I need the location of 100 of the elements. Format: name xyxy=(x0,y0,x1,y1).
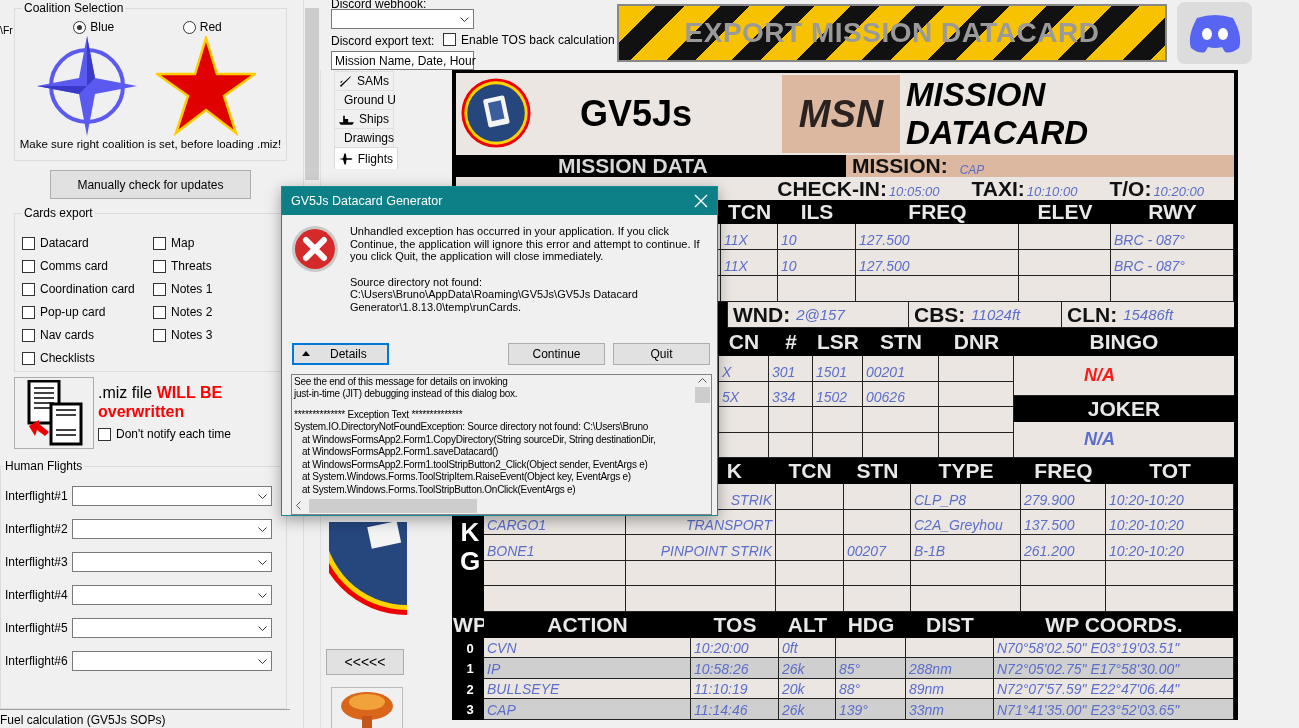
field-value: 2@157 xyxy=(796,306,845,323)
table-cell: BONE1 xyxy=(484,535,626,561)
dropdown[interactable] xyxy=(331,9,474,29)
radio-button[interactable] xyxy=(182,20,196,34)
details-line: at System.Windows.Forms.ToolStripButton.OnClick(EventArgs e) xyxy=(301,483,577,496)
chat-button[interactable] xyxy=(1177,2,1252,64)
table-cell xyxy=(813,432,863,458)
dropdown[interactable] xyxy=(72,552,272,573)
checkbox[interactable] xyxy=(153,282,166,296)
chevron-down-icon xyxy=(258,559,267,565)
checkbox[interactable] xyxy=(98,427,111,441)
dropdown[interactable] xyxy=(72,519,272,540)
chevron-up-icon[interactable] xyxy=(698,377,707,383)
field-value: CAP xyxy=(959,163,985,177)
details-line: System.IO.DirectoryNotFoundException: Source directory not found: C:\Users\Bruno xyxy=(294,421,650,434)
group-title: Coalition Selection xyxy=(22,1,126,15)
field-value: N/A xyxy=(1084,429,1115,450)
table-cell: N72°05'02.75" E17°58'30.00" xyxy=(994,658,1234,679)
checkbox-label: Checklists xyxy=(40,351,95,366)
details-button[interactable]: Details xyxy=(292,342,389,365)
close-icon xyxy=(693,193,709,209)
radio-button[interactable] xyxy=(73,20,87,34)
chevron-left-icon[interactable] xyxy=(296,501,301,510)
tab[interactable]: Ground U xyxy=(334,90,394,109)
details-text-box[interactable] xyxy=(291,373,712,515)
checkbox[interactable] xyxy=(22,282,35,296)
table-cell: N72°07'57.59" E22°47'06.44" xyxy=(994,678,1234,700)
table-cell xyxy=(769,432,813,458)
scrollbar-thumb[interactable] xyxy=(695,386,710,403)
tab[interactable]: Drawings xyxy=(334,128,394,147)
coalition-note: Make sure right coalition is set, before loading .miz! xyxy=(18,138,283,150)
dropdown[interactable] xyxy=(72,486,272,507)
tab[interactable]: Ships xyxy=(334,109,394,128)
table-cell: 10 xyxy=(778,250,856,276)
dropdown[interactable] xyxy=(72,618,272,639)
close-button[interactable] xyxy=(693,193,709,209)
dropdown[interactable] xyxy=(72,651,272,672)
table-cell xyxy=(844,509,911,536)
dialog-button[interactable]: Quit xyxy=(613,342,710,365)
table-cell: 10:20-10:20 xyxy=(1106,535,1234,561)
sticky-note: MSN xyxy=(782,75,900,153)
table-cell xyxy=(769,407,813,433)
tab[interactable]: SAMs xyxy=(334,71,394,90)
error-detail: Source directory not found: C:\Users\Bruno\AppData\Roaming\GV5Js\GV5Js Datacard Generator\1.8.13.0\temp\runCards. xyxy=(349,275,639,313)
mushroom-cloud-icon xyxy=(331,687,403,728)
scrollbar-thumb[interactable] xyxy=(309,498,477,513)
field-value: 10:05:00 xyxy=(888,183,940,199)
checkbox[interactable] xyxy=(22,328,35,342)
table-cell xyxy=(844,560,911,587)
field-label: Interflight#2 xyxy=(4,522,69,537)
group-title: Cards export xyxy=(22,206,95,221)
field-label: Interflight#5 xyxy=(4,621,69,636)
checkbox[interactable] xyxy=(153,328,166,342)
table-cell xyxy=(844,484,911,510)
table-cell xyxy=(776,560,844,587)
dropdown[interactable] xyxy=(72,585,272,606)
dialog-title: GV5Js Datacard Generator xyxy=(291,194,443,208)
table-cell: 10:58:26 xyxy=(691,658,779,679)
dialog-button[interactable]: Continue xyxy=(508,342,605,365)
tab[interactable]: Flights xyxy=(334,147,398,169)
field-label: MISSION: xyxy=(852,155,948,177)
table-cell: 26k xyxy=(779,699,836,720)
text-field[interactable]: Mission Name, Date, Hour xyxy=(331,51,474,70)
checkbox[interactable] xyxy=(22,305,35,319)
table-cell: 5X xyxy=(719,381,769,407)
checkbox-label: Coordination card xyxy=(40,282,135,297)
checkbox[interactable] xyxy=(153,259,166,273)
details-line: at WindowsFormsApp2.Form1.CopyDirectory(String sourceDir, String destinationDir, xyxy=(301,433,657,446)
details-line: See the end of this message for details on invoking xyxy=(294,375,509,388)
field-label: TAXI: xyxy=(971,177,1025,200)
error-icon xyxy=(291,225,339,273)
field-value: 11024ft xyxy=(971,306,1021,323)
table-cell: IP xyxy=(484,658,691,679)
table-cell: N70°58'02.50" E03°19'03.51" xyxy=(994,637,1234,659)
table-cell: 1502 xyxy=(813,381,863,407)
table-cell: 11X xyxy=(721,224,778,250)
table-cell: 00201 xyxy=(863,356,939,382)
checkbox[interactable] xyxy=(153,236,166,250)
checkbox[interactable] xyxy=(22,351,35,365)
checkbox-label: Notes 2 xyxy=(171,305,213,320)
field-value: 10:10:00 xyxy=(1026,183,1078,199)
table-cell: 10:20:00 xyxy=(691,637,779,659)
table-cell: BRC - 087° xyxy=(1111,250,1234,276)
checkbox[interactable] xyxy=(153,305,166,319)
table-cell xyxy=(776,535,844,561)
checkbox[interactable] xyxy=(443,33,456,46)
checkbox[interactable] xyxy=(22,236,35,250)
table-cell: 33nm xyxy=(906,699,994,720)
field-label: WND: xyxy=(733,303,791,326)
card-title: MISSION DATACARD xyxy=(906,76,1089,152)
update-button[interactable]: Manually check for updates xyxy=(50,169,251,200)
field-value: N/A xyxy=(1084,365,1115,386)
chevron-down-icon xyxy=(460,16,469,22)
error-message: Unhandled exception has occurred in your application. If you click Continue, the application will ignore this error and attempt to continue. If you click Quit, the application will close immediately. xyxy=(349,225,701,263)
details-line: just-in-time (JIT) debugging instead of this dialog box. xyxy=(294,388,519,401)
table-cell: 11:14:46 xyxy=(691,699,779,720)
table-cell: 139° xyxy=(836,699,906,720)
back-button[interactable]: <<<<< xyxy=(326,649,404,675)
table-cell: 288nm xyxy=(906,658,994,679)
checkbox[interactable] xyxy=(22,259,35,273)
